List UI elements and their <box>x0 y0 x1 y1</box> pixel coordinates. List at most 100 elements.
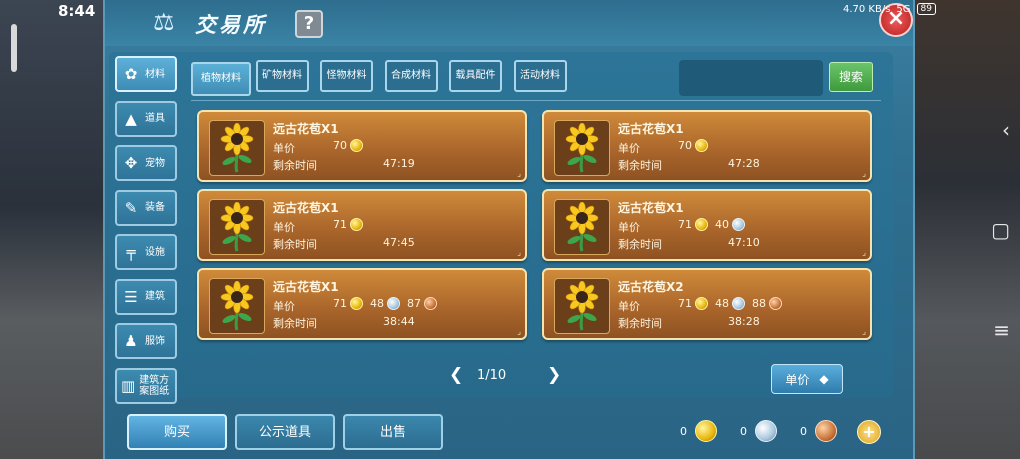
system-back-icon[interactable]: ‹ <box>1002 118 1010 142</box>
item-price: 71 40 <box>678 218 749 231</box>
gold-price: 71 <box>678 297 692 310</box>
category-label: 建筑 <box>145 291 165 302</box>
category-2[interactable]: ✥ 宠物 <box>115 145 177 181</box>
public-items-button[interactable]: 公示道具 <box>235 414 335 450</box>
sword-icon: ✎ <box>124 198 138 217</box>
status-icons: 4.70 KB/s 5G 89 <box>843 3 936 15</box>
corner-ornament-icon: ⌟ <box>862 327 866 336</box>
corner-ornament-icon: ⌟ <box>862 169 866 178</box>
category-label: 服饰 <box>145 335 165 347</box>
copper-price: 88 <box>752 297 766 310</box>
category-label: 材料 <box>145 68 165 80</box>
listing-card[interactable]: 远古花苞X1 单价 71 40 剩余时间 47:10 ⌟ <box>542 189 872 261</box>
shirt-icon: ♟ <box>124 332 138 350</box>
sunflower-icon <box>220 281 254 331</box>
category-3[interactable]: ✎ 装备 <box>115 189 177 226</box>
silver-price: 48 <box>370 297 384 310</box>
item-thumbnail <box>209 120 265 176</box>
tab-3[interactable]: 合成材料 <box>384 60 438 92</box>
category-label: 宠物 <box>145 157 165 169</box>
side-gesture-handle[interactable] <box>11 24 17 72</box>
table-icon: ╤ <box>126 243 136 261</box>
sunflower-icon <box>565 281 599 331</box>
listing-card[interactable]: 远古花苞X2 单价 71 48 88 剩余时间 38:28 ⌟ <box>542 268 872 340</box>
item-name: 远古花苞X1 <box>273 201 339 215</box>
silver-coin-icon <box>732 297 745 310</box>
tab-4[interactable]: 载具配件 <box>449 60 502 92</box>
sunflower-icon <box>220 123 254 173</box>
flower-cluster-icon: ✿ <box>124 65 138 83</box>
wallet-copper: 0 <box>800 420 837 442</box>
category-4[interactable]: ╤ 设施 <box>115 234 177 270</box>
silver-price: 40 <box>715 218 729 231</box>
silver-amount: 0 <box>740 424 747 438</box>
listing-card[interactable]: 远古花苞X1 单价 70 剩余时间 47:28 ⌟ <box>542 110 872 182</box>
tab-1[interactable]: 矿物材料 <box>255 60 309 92</box>
price-label: 单价 <box>273 221 295 234</box>
gold-coin-icon <box>350 297 363 310</box>
status-bar: 8:44 4.70 KB/s 5G 89 <box>0 0 1020 22</box>
item-name: 远古花苞X1 <box>618 201 684 215</box>
price-label: 单价 <box>273 300 295 313</box>
search-input[interactable] <box>679 60 823 96</box>
remaining-time: 47:45 <box>383 236 415 249</box>
next-page-icon[interactable]: ❯ <box>547 365 561 385</box>
sort-label: 单价 <box>785 372 810 387</box>
remaining-time: 38:44 <box>383 315 415 328</box>
gold-amount: 0 <box>680 424 687 438</box>
signal-icon: 5G <box>896 3 911 15</box>
item-thumbnail <box>554 199 610 255</box>
gold-price: 70 <box>678 139 692 152</box>
search-button[interactable]: 搜索 <box>829 62 873 92</box>
copper-price: 87 <box>407 297 421 310</box>
corner-ornament-icon: ⌟ <box>517 248 521 257</box>
category-5[interactable]: ☰ 建筑 <box>115 278 177 315</box>
remaining-label: 剩余时间 <box>273 238 317 251</box>
tab-2[interactable]: 怪物材料 <box>320 60 373 92</box>
remaining-label: 剩余时间 <box>618 238 662 251</box>
item-price: 71 48 88 <box>678 297 786 310</box>
paw-icon: ✥ <box>124 154 138 172</box>
copper-coin-icon <box>815 420 837 442</box>
gold-price: 71 <box>678 218 692 231</box>
sort-by-price-button[interactable]: 单价 ◆ <box>771 364 843 394</box>
gold-coin-icon <box>350 218 363 231</box>
listing-card[interactable]: 远古花苞X1 单价 70 剩余时间 47:19 ⌟ <box>197 110 527 182</box>
content-area: ✿ 材料 ▲ 道具 ✥ 宠物 ✎ 装备 ╤ 设施 ☰ 建筑 ♟ 服饰 ▥ 建筑方案图纸 植物材料 矿物材料 怪物材… <box>109 52 893 404</box>
category-7[interactable]: ▥ 建筑方案图纸 <box>115 367 177 404</box>
tab-0[interactable]: 植物材料 <box>191 62 251 96</box>
tab-5[interactable]: 活动材料 <box>513 60 567 92</box>
gold-price: 70 <box>333 139 347 152</box>
item-thumbnail <box>554 278 610 334</box>
remaining-time: 47:28 <box>728 157 760 170</box>
gold-coin-icon <box>695 420 717 442</box>
listing-card[interactable]: 远古花苞X1 单价 71 48 87 剩余时间 38:44 ⌟ <box>197 268 527 340</box>
category-label: 设施 <box>145 246 165 258</box>
network-speed: 4.70 KB/s <box>842 3 891 15</box>
sell-button[interactable]: 出售 <box>343 414 443 450</box>
category-1[interactable]: ▲ 道具 <box>115 100 177 137</box>
item-price: 70 <box>333 139 367 152</box>
system-menu-icon[interactable]: ≡ <box>993 318 1010 342</box>
sunflower-icon <box>565 123 599 173</box>
bottom-bar: 购买 公示道具 出售 0 0 0 + <box>105 404 913 459</box>
category-6[interactable]: ♟ 服饰 <box>115 323 177 359</box>
price-label: 单价 <box>618 221 640 234</box>
price-label: 单价 <box>618 300 640 313</box>
prev-page-icon[interactable]: ❮ <box>449 365 463 385</box>
gold-coin-icon <box>695 218 708 231</box>
remaining-label: 剩余时间 <box>618 159 662 172</box>
exchange-window: ⚖ 交易所 ? × ✿ 材料 ▲ 道具 ✥ 宠物 ✎ 装备 ╤ 设施 ☰ 建筑 ♟ 服饰 ▥ 建筑方案图纸 植… <box>103 0 915 459</box>
add-currency-button[interactable]: + <box>857 420 881 444</box>
system-home-icon[interactable]: ▢ <box>991 218 1010 242</box>
remaining-time: 47:19 <box>383 157 415 170</box>
buy-button[interactable]: 购买 <box>127 414 227 450</box>
category-0[interactable]: ✿ 材料 <box>115 56 177 92</box>
remaining-label: 剩余时间 <box>618 317 662 330</box>
gold-coin-icon <box>350 139 363 152</box>
corner-ornament-icon: ⌟ <box>517 327 521 336</box>
listing-card[interactable]: 远古花苞X1 单价 71 剩余时间 47:45 ⌟ <box>197 189 527 261</box>
item-price: 71 <box>333 218 367 231</box>
category-label: 道具 <box>145 113 165 124</box>
gold-price: 71 <box>333 218 347 231</box>
